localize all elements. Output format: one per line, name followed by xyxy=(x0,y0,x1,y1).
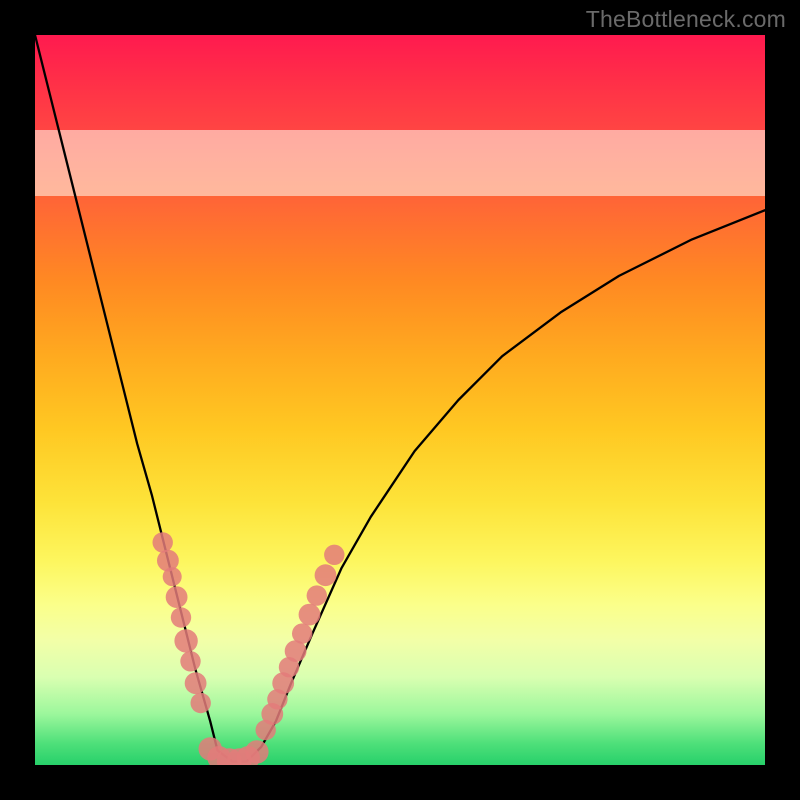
chart-frame: TheBottleneck.com xyxy=(0,0,800,800)
data-dot xyxy=(185,672,207,694)
curve-layer xyxy=(35,35,765,765)
data-dots xyxy=(153,532,345,765)
data-dot xyxy=(299,604,321,626)
data-dot xyxy=(315,564,337,586)
data-dot xyxy=(166,586,188,608)
data-dot xyxy=(180,651,200,671)
watermark-text: TheBottleneck.com xyxy=(586,6,786,33)
data-dot xyxy=(153,532,173,552)
data-dot xyxy=(163,567,182,586)
data-dot xyxy=(245,740,268,763)
data-dot xyxy=(292,623,312,643)
bottleneck-curve xyxy=(35,35,765,761)
data-dot xyxy=(324,545,344,565)
data-dot xyxy=(191,693,211,713)
data-dot xyxy=(174,629,197,652)
plot-area xyxy=(35,35,765,765)
data-dot xyxy=(171,607,191,627)
data-dot xyxy=(307,585,327,605)
